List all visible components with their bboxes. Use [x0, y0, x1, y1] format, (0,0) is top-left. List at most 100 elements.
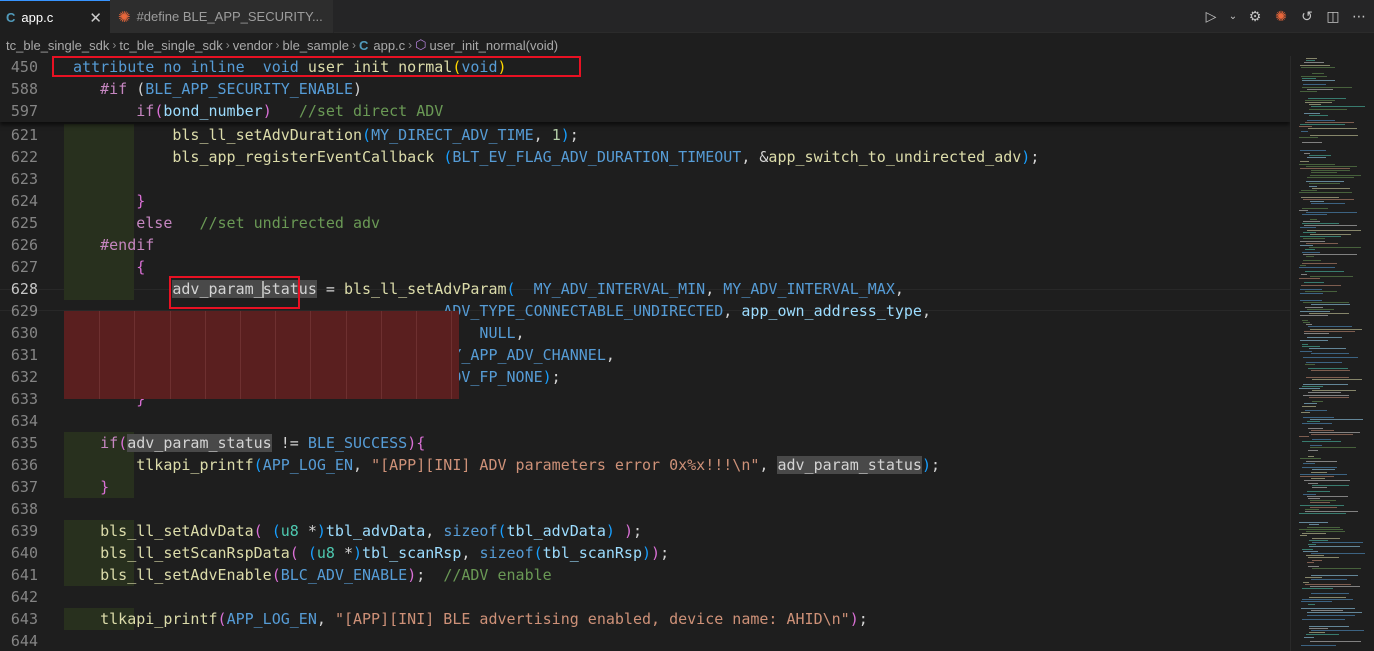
code-token: BLE_SUCCESS	[307, 434, 408, 452]
code-line[interactable]: 627 {	[0, 256, 1290, 278]
code-text: #endif	[64, 234, 154, 256]
line-number: 638	[10, 500, 38, 518]
code-line[interactable]: 625 else //set undirected adv	[0, 212, 1290, 234]
gear-icon[interactable]: ⚙	[1246, 9, 1264, 25]
code-token: {	[416, 434, 426, 452]
minimap-line	[1311, 610, 1343, 612]
code-editor[interactable]: 620 //it is recommended that direct ADV …	[0, 56, 1290, 651]
code-token: tbl_scanRsp	[542, 544, 642, 562]
minimap-line	[1310, 447, 1356, 449]
breadcrumb-item[interactable]: user_init_normal(void)	[430, 38, 559, 53]
code-line[interactable]: 624 }	[0, 190, 1290, 212]
code-token: APP_LOG_EN	[262, 456, 353, 474]
code-token: tlkapi_printf	[100, 610, 218, 628]
tab-define-security[interactable]: ✺ #define BLE_APP_SECURITY...	[110, 0, 334, 33]
code-line[interactable]: 642	[0, 586, 1290, 608]
code-token: ,	[759, 456, 778, 474]
breadcrumb-item[interactable]: ble_sample	[282, 38, 349, 53]
minimap-line	[1311, 592, 1349, 594]
minimap-line	[1309, 632, 1325, 634]
code-token: (	[443, 148, 453, 166]
code-token: #if	[100, 80, 137, 98]
minimap-line	[1302, 214, 1327, 216]
code-token: (	[506, 280, 516, 298]
minimap-line	[1309, 524, 1319, 526]
minimap-line	[1312, 73, 1324, 75]
minimap-line	[1303, 550, 1318, 552]
minimap-line	[1305, 509, 1319, 510]
code-token: }	[100, 478, 110, 496]
line-number: 641	[10, 566, 38, 584]
code-line[interactable]: 637 }	[0, 476, 1290, 498]
code-token: ,	[353, 456, 372, 474]
extension-gear-icon[interactable]: ✺	[1272, 9, 1290, 25]
code-token: else	[136, 214, 173, 232]
minimap-line	[1309, 154, 1331, 156]
code-line[interactable]: 635 if(adv_param_status != BLE_SUCCESS){	[0, 432, 1290, 454]
minimap-line	[1307, 491, 1330, 493]
breadcrumb-item[interactable]: tc_ble_single_sdk	[119, 38, 222, 53]
minimap-line	[1307, 308, 1334, 310]
minimap-line	[1307, 229, 1361, 231]
code-line[interactable]: 588 #if (BLE_APP_SECURITY_ENABLE)	[0, 78, 1290, 100]
code-line[interactable]: 640 bls_ll_setScanRspData( (u8 *)tbl_sca…	[0, 542, 1290, 564]
minimap-line	[1300, 264, 1306, 266]
minimap-line	[1311, 579, 1347, 581]
code-token: )	[1021, 148, 1031, 166]
code-text: }	[64, 476, 109, 498]
minimap-line	[1303, 238, 1325, 240]
minimap-line	[1309, 625, 1349, 627]
diff-removed-block	[64, 311, 459, 399]
code-line[interactable]: 626 #endif	[0, 234, 1290, 256]
breadcrumb-item[interactable]: vendor	[233, 38, 273, 53]
minimap-line	[1308, 449, 1318, 451]
code-line[interactable]: 622 bls_app_registerEventCallback (BLT_E…	[0, 146, 1290, 168]
minimap-line	[1301, 190, 1317, 191]
code-line[interactable]: 634	[0, 410, 1290, 432]
minimap-line	[1303, 260, 1321, 262]
breadcrumb-item[interactable]: app.c	[373, 38, 405, 53]
code-line[interactable]: 639 bls_ll_setAdvData( (u8 *)tbl_advData…	[0, 520, 1290, 542]
line-number: 625	[10, 214, 38, 232]
code-line[interactable]: 597 if(bond_number) //set direct ADV	[0, 100, 1290, 122]
code-line[interactable]: 644	[0, 630, 1290, 651]
minimap-line	[1303, 220, 1320, 222]
code-line[interactable]: 643 tlkapi_printf(APP_LOG_EN, "[APP][INI…	[0, 608, 1290, 630]
history-icon[interactable]: ↺	[1298, 9, 1316, 25]
minimap-line	[1307, 337, 1342, 339]
minimap-line	[1311, 478, 1325, 480]
chevron-down-icon[interactable]: ⌄	[1228, 11, 1238, 22]
code-line[interactable]: 636 tlkapi_printf(APP_LOG_EN, "[APP][INI…	[0, 454, 1290, 476]
minimap-line	[1300, 339, 1328, 341]
code-line[interactable]: 621 bls_ll_setAdvDuration(MY_DIRECT_ADV_…	[0, 124, 1290, 146]
minimap-line	[1307, 526, 1340, 528]
code-line[interactable]: 623	[0, 168, 1290, 190]
minimap-line	[1312, 559, 1322, 561]
line-number: 636	[10, 456, 38, 474]
tab-bar: C app.c ✕ ✺ #define BLE_APP_SECURITY... …	[0, 0, 1374, 33]
code-token: #endif	[100, 236, 155, 254]
c-file-icon: C	[358, 37, 369, 53]
code-line[interactable]: 641 bls_ll_setAdvEnable(BLC_ADV_ENABLE);…	[0, 564, 1290, 586]
code-token: )	[353, 544, 363, 562]
minimap-line	[1307, 614, 1355, 616]
minimap-line	[1302, 533, 1326, 535]
chevron-right-icon: ›	[408, 38, 413, 52]
play-icon[interactable]: ▷	[1202, 9, 1220, 25]
code-token: (	[271, 522, 281, 540]
more-icon[interactable]: ⋯	[1350, 9, 1368, 25]
code-token: NULL	[479, 324, 516, 342]
minimap-line	[1300, 535, 1307, 537]
split-editor-icon[interactable]: ◫	[1324, 9, 1342, 25]
code-token: (	[271, 566, 281, 584]
code-token: ,	[515, 324, 525, 342]
code-text: bls_ll_setAdvDuration(MY_DIRECT_ADV_TIME…	[64, 124, 578, 146]
breadcrumb-item[interactable]: tc_ble_single_sdk	[6, 38, 109, 53]
minimap[interactable]	[1290, 56, 1374, 651]
code-token: ,	[921, 302, 931, 320]
close-icon[interactable]: ✕	[89, 9, 102, 27]
code-line[interactable]: 638	[0, 498, 1290, 520]
tab-app-c[interactable]: C app.c ✕	[0, 0, 110, 33]
